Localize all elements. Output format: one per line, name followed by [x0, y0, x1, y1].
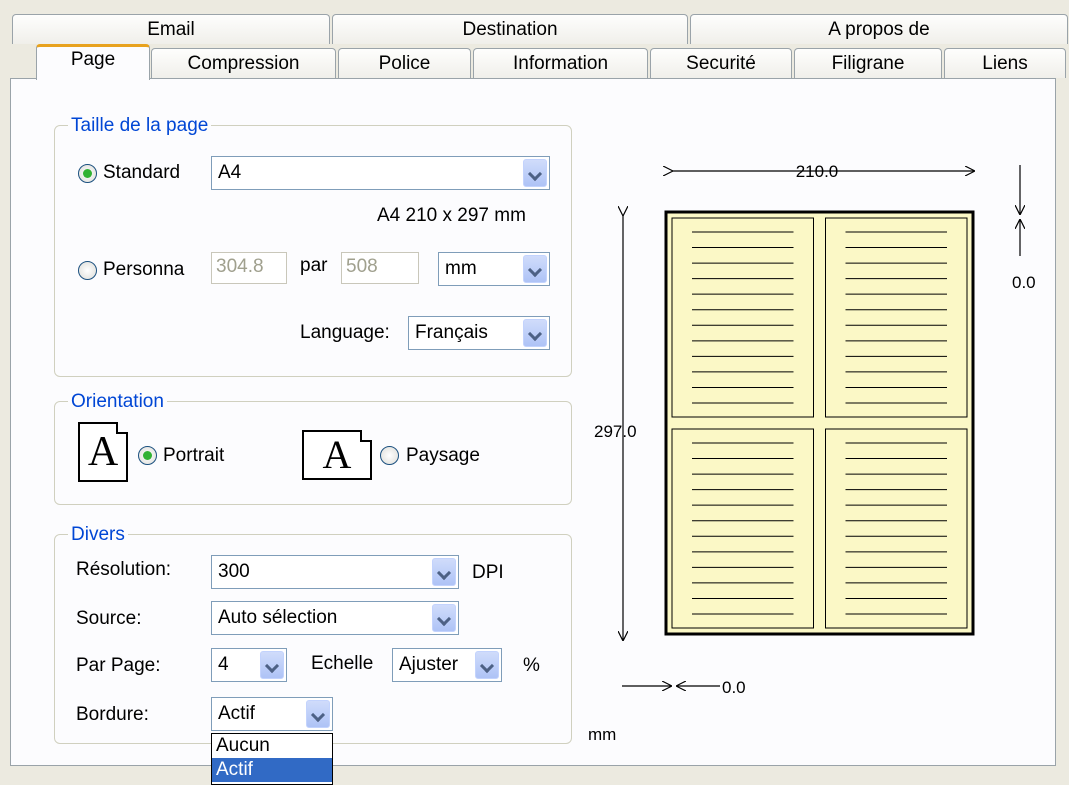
resolution-select[interactable]: 300 — [211, 555, 459, 589]
tab-destination-label: Destination — [462, 19, 558, 40]
border-select[interactable]: Actif — [211, 697, 333, 731]
tab-information[interactable]: Information — [473, 48, 648, 78]
language-select[interactable]: Français — [408, 316, 550, 350]
tab-filigrane[interactable]: Filigrane — [794, 48, 942, 78]
chevron-down-icon[interactable] — [432, 558, 456, 586]
width-value-label: 210.0 — [796, 162, 839, 181]
scale-select[interactable]: Ajuster — [392, 648, 502, 682]
tab-page-label: Page — [70, 49, 116, 70]
source-select[interactable]: Auto sélection — [211, 601, 459, 635]
standard-size-description: A4 210 x 297 mm — [377, 205, 526, 226]
par-label: par — [300, 255, 328, 276]
tab-email[interactable]: Email — [12, 14, 330, 44]
tab-page[interactable]: Page — [36, 44, 150, 80]
tab-a-propos-label: A propos de — [828, 19, 930, 40]
standard-size-select[interactable]: A4 — [211, 156, 550, 190]
portrait-label: Portrait — [163, 445, 225, 466]
landscape-page-icon: A — [302, 430, 372, 480]
tab-email-label: Email — [147, 19, 195, 40]
source-value: Auto sélection — [218, 607, 338, 628]
custom-height-input[interactable]: 508 — [341, 252, 419, 284]
border-value: Actif — [218, 703, 255, 724]
tab-a-propos[interactable]: A propos de — [690, 14, 1068, 44]
top-margin-value-label: 0.0 — [1012, 273, 1036, 292]
chevron-down-icon[interactable] — [260, 651, 284, 679]
tab-destination[interactable]: Destination — [332, 14, 688, 44]
landscape-radio[interactable] — [380, 446, 399, 465]
border-option-actif[interactable]: Actif — [212, 758, 332, 782]
height-value-label: 297.0 — [594, 422, 637, 441]
tab-filigrane-label: Filigrane — [831, 53, 905, 74]
percent-label: % — [523, 655, 540, 676]
language-value: Français — [415, 322, 488, 343]
unit-value: mm — [445, 258, 477, 279]
tab-police-label: Police — [378, 53, 431, 74]
dpi-label: DPI — [472, 562, 504, 583]
tab-securite-label: Securité — [686, 53, 756, 74]
border-dropdown-list[interactable]: Aucun Actif — [211, 733, 333, 785]
chevron-down-icon[interactable] — [523, 159, 547, 187]
tab-liens[interactable]: Liens — [944, 48, 1066, 78]
misc-legend: Divers — [68, 525, 128, 545]
tab-compression[interactable]: Compression — [151, 48, 336, 78]
chevron-down-icon[interactable] — [432, 604, 456, 632]
standard-size-value: A4 — [218, 162, 242, 183]
source-label: Source: — [76, 608, 142, 629]
page-size-legend: Taille de la page — [68, 116, 212, 136]
page-preview: 210.0 0.0 297.0 0.0 mm — [588, 162, 1036, 744]
chevron-down-icon[interactable] — [523, 255, 547, 283]
unit-label: mm — [588, 725, 616, 744]
tab-securite[interactable]: Securité — [650, 48, 792, 78]
custom-label: Personna — [103, 259, 185, 280]
tab-information-label: Information — [512, 53, 609, 74]
standard-label: Standard — [103, 162, 181, 183]
per-page-label: Par Page: — [76, 655, 161, 676]
tab-liens-label: Liens — [982, 53, 1028, 74]
border-label: Bordure: — [76, 704, 149, 725]
per-page-select[interactable]: 4 — [211, 648, 287, 682]
scale-value: Ajuster — [399, 654, 459, 675]
standard-radio[interactable] — [78, 164, 97, 183]
unit-select[interactable]: mm — [438, 252, 550, 286]
custom-width-input[interactable]: 304.8 — [211, 252, 287, 284]
resolution-label: Résolution: — [76, 559, 172, 580]
scale-label: Echelle — [311, 653, 374, 674]
chevron-down-icon[interactable] — [306, 700, 330, 728]
per-page-value: 4 — [218, 654, 229, 675]
tab-police[interactable]: Police — [338, 48, 471, 78]
resolution-value: 300 — [218, 561, 250, 582]
border-option-aucun[interactable]: Aucun — [212, 734, 332, 758]
custom-radio[interactable] — [78, 261, 97, 280]
portrait-page-icon: A — [78, 422, 128, 482]
orientation-legend: Orientation — [68, 392, 167, 412]
chevron-down-icon[interactable] — [475, 651, 499, 679]
portrait-radio[interactable] — [138, 446, 157, 465]
language-label: Language: — [300, 322, 390, 343]
sheet-outline — [664, 210, 975, 636]
tab-compression-label: Compression — [187, 53, 300, 74]
left-margin-value-label: 0.0 — [722, 678, 746, 697]
chevron-down-icon[interactable] — [523, 319, 547, 347]
landscape-label: Paysage — [406, 445, 480, 466]
